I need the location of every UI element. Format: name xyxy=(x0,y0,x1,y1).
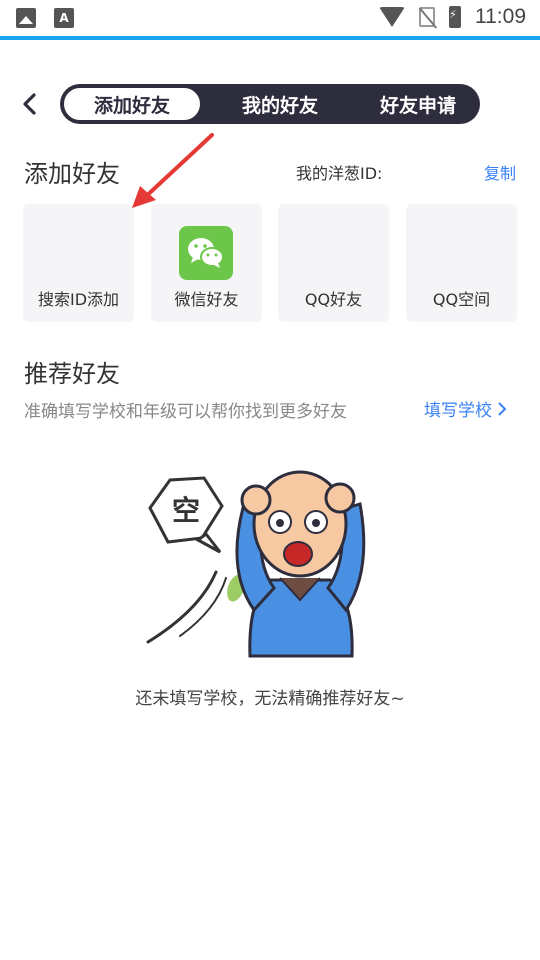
empty-bubble-text: 空 xyxy=(172,494,200,527)
tab-my-friends[interactable]: 我的好友 xyxy=(210,84,350,124)
chevron-right-icon xyxy=(498,401,507,416)
wifi-icon xyxy=(379,7,405,27)
qq-zone-label: QQ空间 xyxy=(432,290,491,309)
fill-school-label: 填写学校 xyxy=(424,401,492,421)
recommend-title: 推荐好友 xyxy=(24,360,120,388)
wechat-friend-label: 微信好友 xyxy=(174,290,239,309)
tab-bar: 添加好友 我的好友 好友申请 xyxy=(60,84,480,124)
accent-line xyxy=(0,36,540,40)
add-friend-title: 添加好友 xyxy=(24,160,120,188)
chevron-left-icon xyxy=(23,93,36,115)
battery-charging-icon xyxy=(449,6,461,28)
copy-id-button[interactable]: 复制 xyxy=(484,160,516,184)
recommend-description: 准确填写学校和年级可以帮你找到更多好友 xyxy=(24,402,347,422)
empty-state-text: 还未填写学校，无法精确推荐好友~ xyxy=(135,689,405,709)
status-time: 11:09 xyxy=(475,5,526,28)
qq-friend-card[interactable]: QQ好友 xyxy=(278,204,389,322)
empty-state-illustration: 空 xyxy=(146,470,366,658)
qq-friend-label: QQ好友 xyxy=(304,290,363,309)
search-id-label: 搜索ID添加 xyxy=(37,290,120,309)
font-icon: A xyxy=(54,8,74,28)
back-button[interactable] xyxy=(18,92,42,116)
red-arrow-annotation xyxy=(132,133,214,208)
wechat-icon xyxy=(179,226,233,280)
qq-zone-card[interactable]: QQ空间 xyxy=(406,204,517,322)
status-bar: A 11:09 xyxy=(0,0,540,36)
search-id-card[interactable]: 搜索ID添加 xyxy=(23,204,134,322)
wechat-friend-card[interactable]: 微信好友 xyxy=(151,204,262,322)
no-sim-icon xyxy=(419,7,435,27)
tab-add-friend[interactable]: 添加好友 xyxy=(62,86,202,122)
fill-school-link[interactable]: 填写学校 xyxy=(424,396,508,421)
my-id-label: 我的洋葱ID: xyxy=(296,164,383,183)
gallery-icon xyxy=(16,8,36,28)
tab-friend-requests[interactable]: 好友申请 xyxy=(348,84,488,124)
